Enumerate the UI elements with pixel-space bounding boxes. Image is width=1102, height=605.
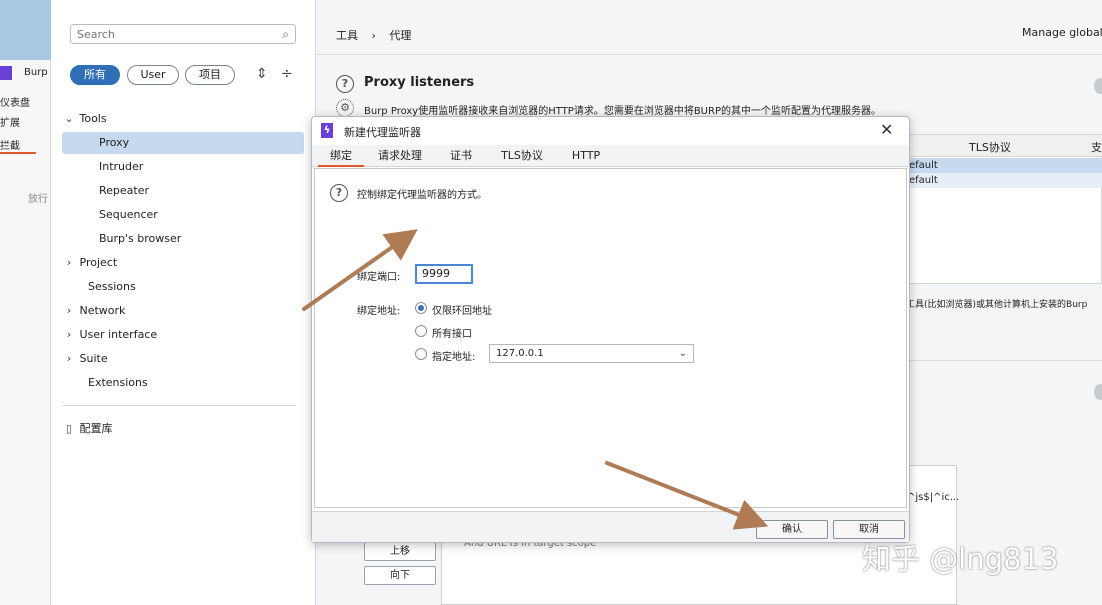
watermark: 知乎 @lng813 (862, 542, 1059, 576)
arrow-to-port (302, 229, 418, 311)
annotation-arrows (302, 229, 769, 530)
arrow-to-ok (605, 461, 769, 530)
